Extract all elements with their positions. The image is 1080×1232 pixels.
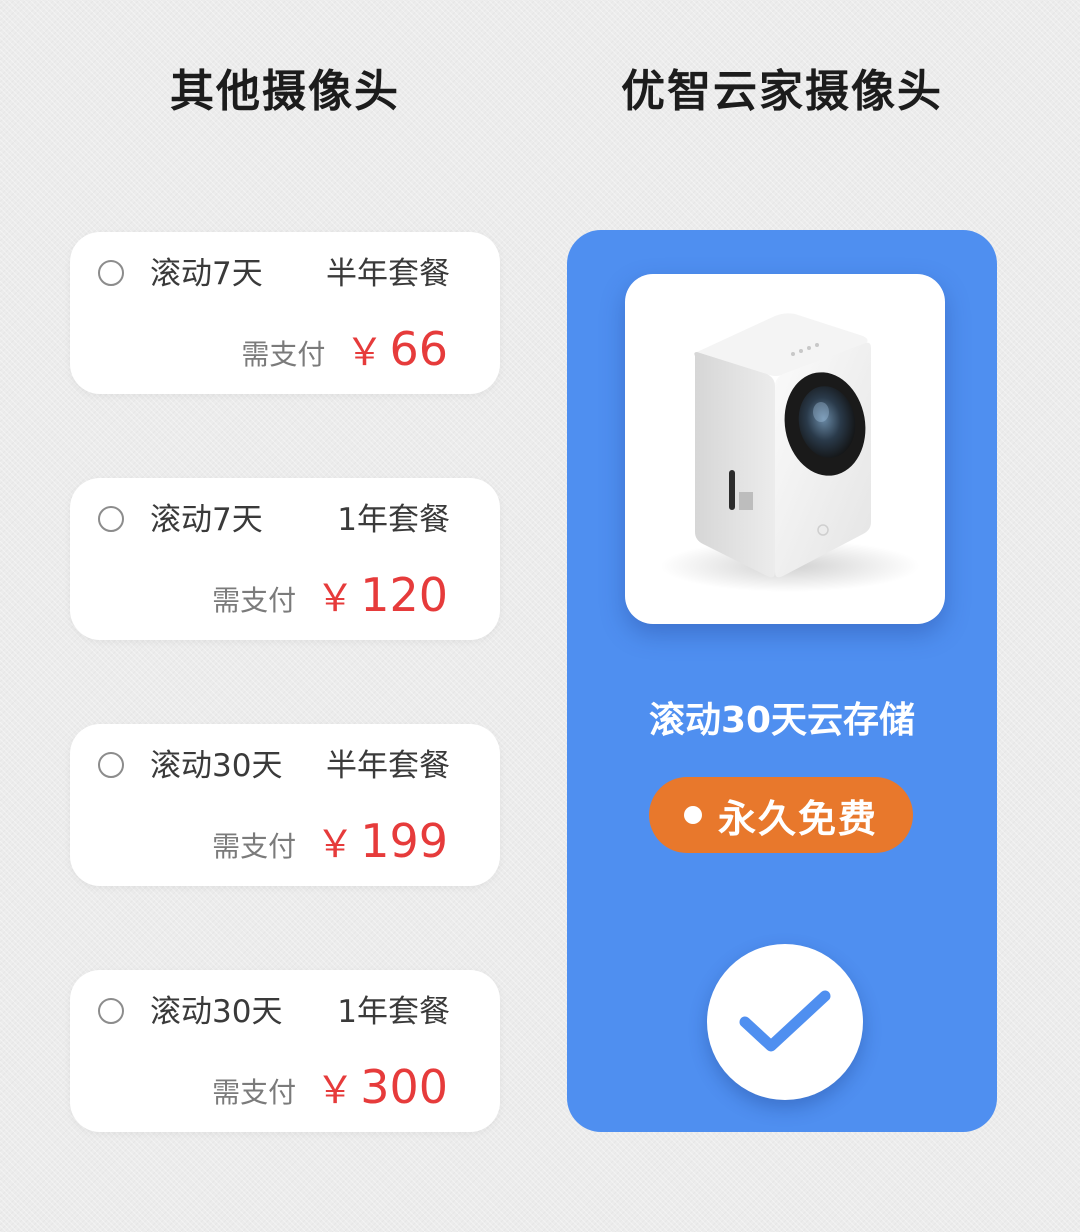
currency-symbol: ￥ (345, 329, 384, 374)
price-value: ￥ 66 (345, 321, 448, 376)
currency-symbol: ￥ (316, 821, 355, 866)
price-value: ￥ 199 (316, 813, 448, 868)
plan-card[interactable]: 滚动7天 1年套餐 需支付 ￥ 120 (70, 478, 500, 640)
price-row: 需支付 ￥ 120 (212, 564, 448, 624)
plan-card[interactable]: 滚动7天 半年套餐 需支付 ￥ 66 (70, 232, 500, 394)
plan-package: 半年套餐 (326, 256, 450, 292)
free-badge-label: 永久免费 (717, 796, 878, 841)
check-icon (739, 990, 831, 1052)
badge-dot-icon (683, 806, 702, 824)
selected-check-button[interactable] (707, 944, 863, 1100)
plan-duration: 滚动7天 (150, 502, 263, 538)
price-value: ￥ 300 (316, 1059, 448, 1114)
price-row: 需支付 ￥ 300 (212, 1056, 448, 1116)
plan-duration: 滚动7天 (150, 256, 263, 292)
price-value: ￥ 120 (316, 567, 448, 622)
camera-icon (660, 313, 920, 592)
premium-plan-card[interactable]: 滚动30天云存储 永久免费 (567, 230, 997, 1132)
free-badge: 永久免费 (649, 777, 913, 853)
price-amount: 120 (360, 567, 448, 622)
youzhi-camera-title: 优智云家摄像头 (621, 66, 943, 117)
plan-package: 1年套餐 (337, 502, 450, 538)
plan-card[interactable]: 滚动30天 1年套餐 需支付 ￥ 300 (70, 970, 500, 1132)
radio-button[interactable] (98, 506, 124, 532)
radio-button[interactable] (98, 752, 124, 778)
currency-symbol: ￥ (316, 575, 355, 620)
price-amount: 300 (360, 1059, 448, 1114)
camera-product-image (625, 274, 945, 624)
price-amount: 199 (360, 813, 448, 868)
plan-package: 1年套餐 (337, 994, 450, 1030)
plan-card[interactable]: 滚动30天 半年套餐 需支付 ￥ 199 (70, 724, 500, 886)
price-row: 需支付 ￥ 199 (212, 810, 448, 870)
storage-plan-title: 滚动30天云存储 (648, 700, 916, 741)
price-amount: 66 (389, 321, 448, 376)
pay-label: 需支付 (212, 1076, 297, 1109)
currency-symbol: ￥ (316, 1067, 355, 1112)
pay-label: 需支付 (212, 584, 297, 617)
radio-button[interactable] (98, 998, 124, 1024)
pay-label: 需支付 (212, 830, 297, 863)
other-cameras-title: 其他摄像头 (170, 66, 400, 117)
plan-duration: 滚动30天 (150, 994, 283, 1030)
pay-label: 需支付 (241, 338, 326, 371)
radio-button[interactable] (98, 260, 124, 286)
price-row: 需支付 ￥ 66 (241, 318, 448, 378)
plan-package: 半年套餐 (326, 748, 450, 784)
plan-duration: 滚动30天 (150, 748, 283, 784)
